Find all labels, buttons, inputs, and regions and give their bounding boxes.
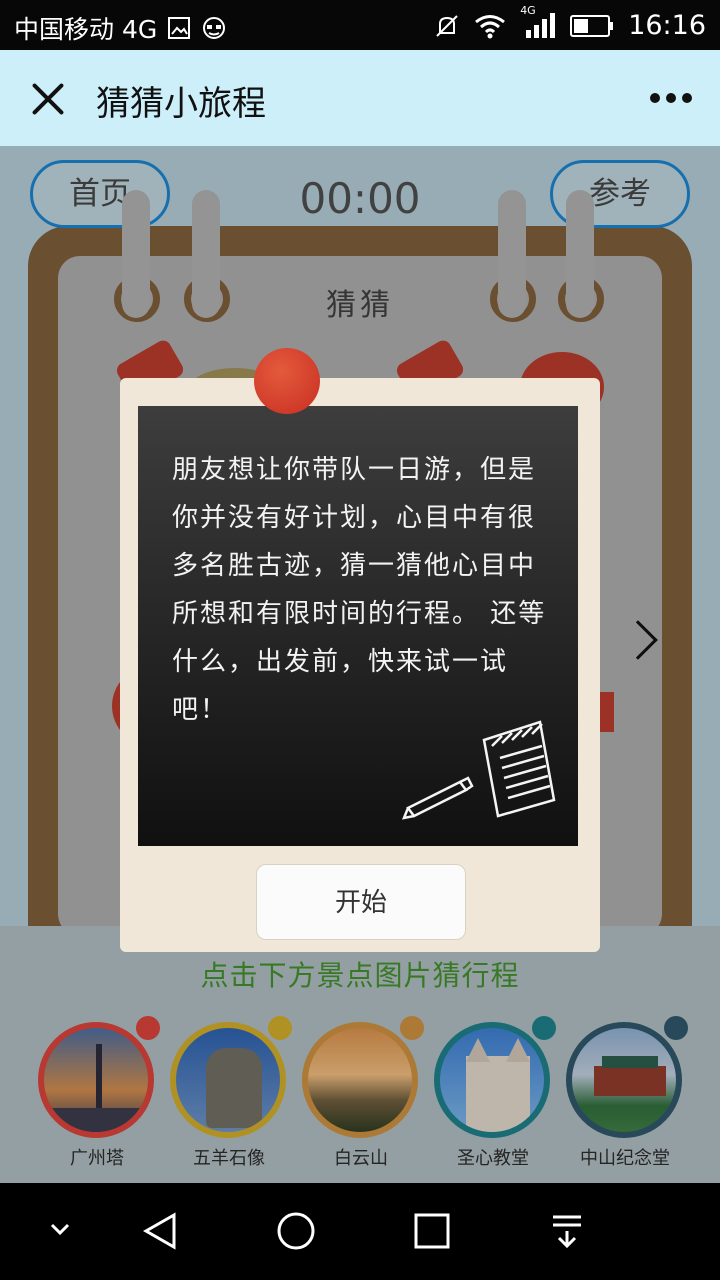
carrier-label: 中国移动 4G bbox=[14, 15, 158, 44]
start-button[interactable]: 开始 bbox=[256, 864, 466, 940]
clock: 16:16 bbox=[628, 10, 706, 41]
wifi-icon bbox=[475, 14, 506, 38]
page-title: 猜猜小旅程 bbox=[96, 84, 266, 124]
pushpin-icon bbox=[254, 348, 320, 414]
notepad-pencil-icon bbox=[402, 720, 556, 820]
mute-icon bbox=[436, 14, 458, 37]
battery-icon bbox=[570, 14, 614, 37]
back-icon[interactable] bbox=[140, 1211, 180, 1251]
glasses-icon bbox=[203, 17, 226, 39]
notification-pull-icon[interactable] bbox=[550, 1213, 584, 1249]
close-icon[interactable] bbox=[30, 80, 66, 116]
cell-signal-icon: 4G bbox=[520, 4, 556, 40]
title-bar: 猜猜小旅程 bbox=[0, 50, 720, 146]
navigation-bar bbox=[0, 1183, 720, 1280]
home-icon[interactable] bbox=[276, 1211, 316, 1251]
more-options-icon[interactable] bbox=[650, 93, 692, 103]
recent-apps-icon[interactable] bbox=[412, 1211, 452, 1251]
image-icon bbox=[168, 17, 191, 39]
chevron-down-icon[interactable] bbox=[48, 1219, 72, 1239]
status-bar: 中国移动 4G 4G 16:16 bbox=[0, 0, 720, 50]
intro-text: 朋友想让你带队一日游，但是你并没有好计划，心目中有很多名胜古迹，猜一猜他心目中所… bbox=[172, 455, 547, 725]
